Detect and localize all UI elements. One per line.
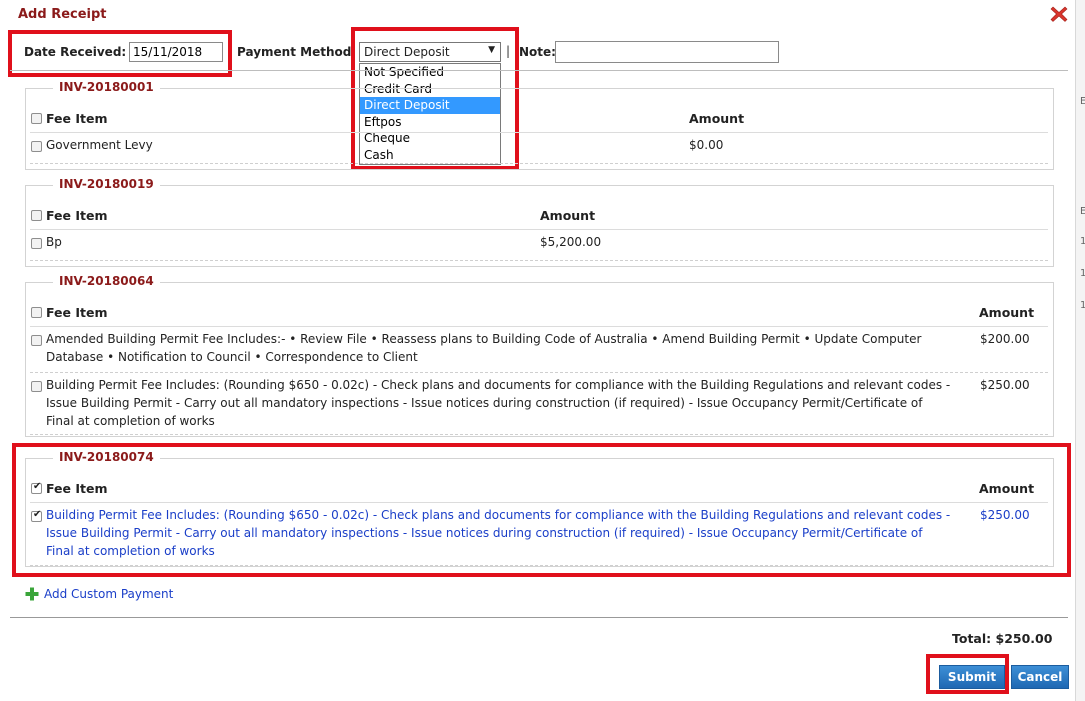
- fee-item-text-line: Final at completion of works: [46, 414, 215, 428]
- background-text: 1: [1080, 268, 1085, 279]
- fee-item-text: Government Levy: [46, 138, 153, 152]
- fee-item-text-line: Final at completion of works: [46, 544, 215, 558]
- chevron-down-icon[interactable]: ▼: [488, 45, 495, 55]
- fee-item-amount: $0.00: [689, 138, 724, 152]
- amount-header: Amount: [540, 208, 596, 223]
- fee-item-amount: $250.00: [980, 378, 1030, 392]
- invoice-id: INV-20180019: [53, 177, 160, 191]
- close-icon[interactable]: [1048, 3, 1070, 25]
- fee-item-header: Fee Item: [46, 481, 108, 496]
- row-divider: [30, 434, 1048, 435]
- payment-method-select[interactable]: Direct Deposit ▼: [359, 42, 501, 62]
- invoice-fieldset: [25, 88, 1054, 170]
- fee-item-amount: $200.00: [980, 332, 1030, 346]
- note-label: Note:: [519, 45, 556, 59]
- payment-method-label: Payment Method: [237, 45, 352, 59]
- fee-item-text-line: Issue Building Permit - Carry out all ma…: [46, 396, 923, 410]
- note-input[interactable]: [555, 41, 779, 63]
- select-all-checkbox[interactable]: [31, 210, 42, 221]
- fee-item-amount: $5,200.00: [540, 235, 602, 249]
- select-all-checkbox[interactable]: [31, 113, 42, 124]
- amount-header: Amount: [689, 111, 745, 126]
- row-divider: [30, 372, 1048, 373]
- fee-item-checkbox[interactable]: [31, 509, 42, 522]
- date-label: Date Received:: [24, 45, 127, 59]
- fee-item-header: Fee Item: [46, 111, 108, 126]
- invoice-fieldset: [25, 185, 1054, 267]
- row-divider: [30, 132, 1048, 133]
- background-text: E: [1080, 206, 1085, 217]
- invoice-id: INV-20180074: [53, 450, 160, 464]
- row-divider: [30, 229, 1048, 230]
- row-divider: [30, 502, 1048, 503]
- fee-item-text: Bp: [46, 235, 62, 249]
- divider: [10, 70, 1068, 71]
- fee-item-header: Fee Item: [46, 208, 108, 223]
- amount-header: Amount: [979, 305, 1035, 320]
- background-text: 1: [1080, 300, 1085, 311]
- date-received-input[interactable]: [129, 42, 223, 62]
- select-all-checkbox[interactable]: [31, 481, 42, 494]
- invoice-id: INV-20180064: [53, 274, 160, 288]
- row-divider: [30, 260, 1048, 261]
- cancel-button[interactable]: Cancel: [1011, 665, 1069, 689]
- fee-item-checkbox[interactable]: [31, 335, 42, 346]
- plus-icon[interactable]: [25, 587, 39, 601]
- add-custom-payment-link[interactable]: Add Custom Payment: [44, 587, 173, 601]
- background-text: E: [1080, 96, 1085, 107]
- row-divider: [30, 163, 1048, 164]
- payment-method-value: Direct Deposit: [364, 45, 450, 59]
- separator: |: [506, 44, 511, 58]
- fee-item-text-line: Issue Building Permit - Carry out all ma…: [46, 526, 923, 540]
- invoice-id: INV-20180001: [53, 80, 160, 94]
- fee-item-text-line: Amended Building Permit Fee Includes:- •…: [46, 332, 922, 346]
- select-all-checkbox[interactable]: [31, 307, 42, 318]
- row-divider: [30, 326, 1048, 327]
- submit-button[interactable]: Submit: [939, 665, 1005, 689]
- row-divider: [30, 565, 1048, 566]
- fee-item-text-line: Database • Notification to Council • Cor…: [46, 350, 418, 364]
- dialog-titlebar: Add Receipt: [0, 0, 1075, 32]
- total-amount: Total: $250.00: [952, 631, 1053, 646]
- fee-item-checkbox[interactable]: [31, 141, 42, 152]
- fee-item-checkbox[interactable]: [31, 238, 42, 249]
- dropdown-option[interactable]: Not Specified: [360, 64, 500, 81]
- background-page-strip: E E 1 1 1: [1075, 0, 1085, 701]
- divider: [10, 617, 1068, 618]
- fee-item-text-line: Building Permit Fee Includes: (Rounding …: [46, 508, 951, 522]
- dialog-title: Add Receipt: [18, 7, 107, 22]
- amount-header: Amount: [979, 481, 1035, 496]
- background-text: 1: [1080, 236, 1085, 247]
- fee-item-amount: $250.00: [980, 508, 1030, 522]
- fee-item-checkbox[interactable]: [31, 381, 42, 392]
- fee-item-text-line: Building Permit Fee Includes: (Rounding …: [46, 378, 951, 392]
- fee-item-header: Fee Item: [46, 305, 108, 320]
